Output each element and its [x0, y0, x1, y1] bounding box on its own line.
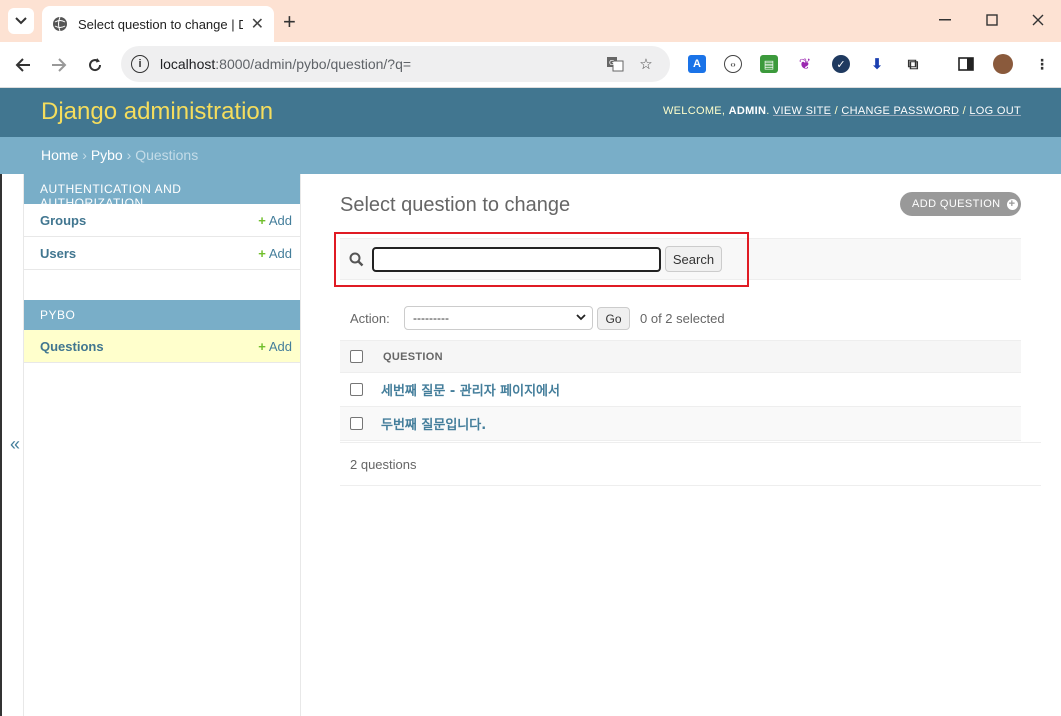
sidebar-item-users: Users + Add — [24, 237, 300, 270]
view-site-link[interactable]: VIEW SITE — [773, 105, 831, 117]
add-plus-icon: + — [258, 212, 266, 228]
check-extension-icon[interactable]: ✓ — [832, 55, 850, 73]
page-title: Select question to change — [340, 194, 571, 216]
sidebar-icon[interactable] — [957, 55, 975, 73]
globe-icon — [52, 16, 68, 32]
new-tab-icon[interactable]: + — [283, 9, 296, 35]
site-info-icon[interactable]: i — [131, 55, 149, 73]
menu-icon[interactable]: ⋮ — [1033, 55, 1051, 73]
plus-icon: + — [1006, 198, 1018, 210]
svg-text:G: G — [609, 59, 614, 67]
collapse-sidebar-button[interactable]: « — [10, 434, 20, 455]
browser-tab[interactable]: Select question to change | Dj ✕ — [42, 6, 274, 42]
groups-link[interactable]: Groups — [40, 213, 86, 228]
site-brand[interactable]: Django administration — [41, 98, 273, 126]
url-text: localhost:8000/admin/pybo/question/?q= — [160, 56, 412, 72]
table-row: 세번째 질문 - 관리자 페이지에서 — [340, 373, 1021, 407]
download-extension-icon[interactable]: ⬇ — [868, 55, 886, 73]
change-password-link[interactable]: CHANGE PASSWORD — [841, 105, 959, 117]
welcome-text: WELCOME, — [662, 105, 726, 117]
users-link[interactable]: Users — [40, 246, 76, 261]
code-extension-icon[interactable]: ‹› — [724, 55, 742, 73]
translate-icon[interactable]: G — [606, 55, 624, 73]
result-list: Question 세번째 질문 - 관리자 페이지에서 두번째 질문입니다. — [340, 340, 1021, 441]
nav-sidebar: Authentication and Authorization Groups … — [24, 174, 301, 716]
profile-avatar[interactable] — [993, 54, 1013, 74]
django-header: Django administration WELCOME, ADMIN. VI… — [0, 88, 1061, 137]
breadcrumb-home[interactable]: Home — [41, 147, 78, 163]
feather-extension-icon[interactable]: ❦ — [796, 55, 814, 73]
chevron-down-icon — [576, 310, 586, 324]
maximize-icon[interactable] — [982, 10, 1002, 30]
nav-sidebar-toggle-strip: « — [0, 174, 24, 716]
bookmark-star-icon[interactable]: ☆ — [637, 55, 655, 73]
close-icon[interactable]: ✕ — [251, 14, 264, 34]
tab-search-icon[interactable] — [8, 8, 34, 34]
row-checkbox[interactable] — [350, 383, 363, 396]
browser-tab-bar: Select question to change | Dj ✕ + — [0, 0, 1061, 42]
questions-link[interactable]: Questions — [40, 339, 104, 354]
go-button[interactable]: Go — [597, 307, 630, 330]
browser-toolbar: i localhost:8000/admin/pybo/question/?q=… — [0, 42, 1061, 88]
back-icon[interactable] — [11, 53, 35, 77]
action-select[interactable]: --------- — [404, 306, 593, 330]
sidebar-item-questions: Questions + Add — [24, 330, 300, 363]
users-add-link[interactable]: + Add — [258, 246, 292, 261]
user-tools: WELCOME, ADMIN. VIEW SITE / CHANGE PASSW… — [662, 105, 1021, 117]
extensions-icon[interactable]: ⧉ — [904, 55, 922, 73]
add-plus-icon: + — [258, 245, 266, 261]
window-close-icon[interactable] — [1028, 10, 1048, 30]
questions-add-link[interactable]: + Add — [258, 339, 292, 354]
breadcrumb-app[interactable]: Pybo — [91, 147, 123, 163]
table-header: Question — [340, 340, 1021, 373]
username: ADMIN — [728, 105, 767, 117]
paginator: 2 questions — [340, 442, 1041, 486]
forward-icon[interactable] — [47, 53, 71, 77]
groups-add-link[interactable]: + Add — [258, 213, 292, 228]
breadcrumb-current: Questions — [135, 147, 199, 163]
action-counter: 0 of 2 selected — [640, 311, 725, 326]
select-all-checkbox[interactable] — [350, 350, 363, 363]
action-label: Action: — [350, 311, 390, 326]
module-caption-auth[interactable]: Authentication and Authorization — [24, 174, 300, 210]
log-out-link[interactable]: LOG OUT — [969, 105, 1021, 117]
actions-bar: Action: --------- Go 0 of 2 selected — [340, 306, 1021, 330]
printer-extension-icon[interactable]: ▤ — [760, 55, 778, 73]
address-bar[interactable]: i localhost:8000/admin/pybo/question/?q=… — [121, 46, 670, 82]
breadcrumb: Home › Pybo › Questions — [0, 137, 1061, 174]
table-row: 두번째 질문입니다. — [340, 407, 1021, 441]
module-caption-pybo[interactable]: Pybo — [24, 300, 300, 330]
translate-extension-icon[interactable]: A — [688, 55, 706, 73]
minimize-icon[interactable] — [935, 10, 955, 30]
search-highlight-box — [334, 232, 749, 287]
row-checkbox[interactable] — [350, 417, 363, 430]
reload-icon[interactable] — [83, 53, 107, 77]
add-plus-icon: + — [258, 338, 266, 354]
tab-title: Select question to change | Dj — [78, 16, 243, 32]
column-header-question[interactable]: Question — [383, 351, 443, 363]
add-question-button[interactable]: ADD QUESTION + — [900, 192, 1021, 216]
question-link[interactable]: 세번째 질문 - 관리자 페이지에서 — [381, 380, 560, 399]
question-link[interactable]: 두번째 질문입니다. — [381, 414, 486, 433]
